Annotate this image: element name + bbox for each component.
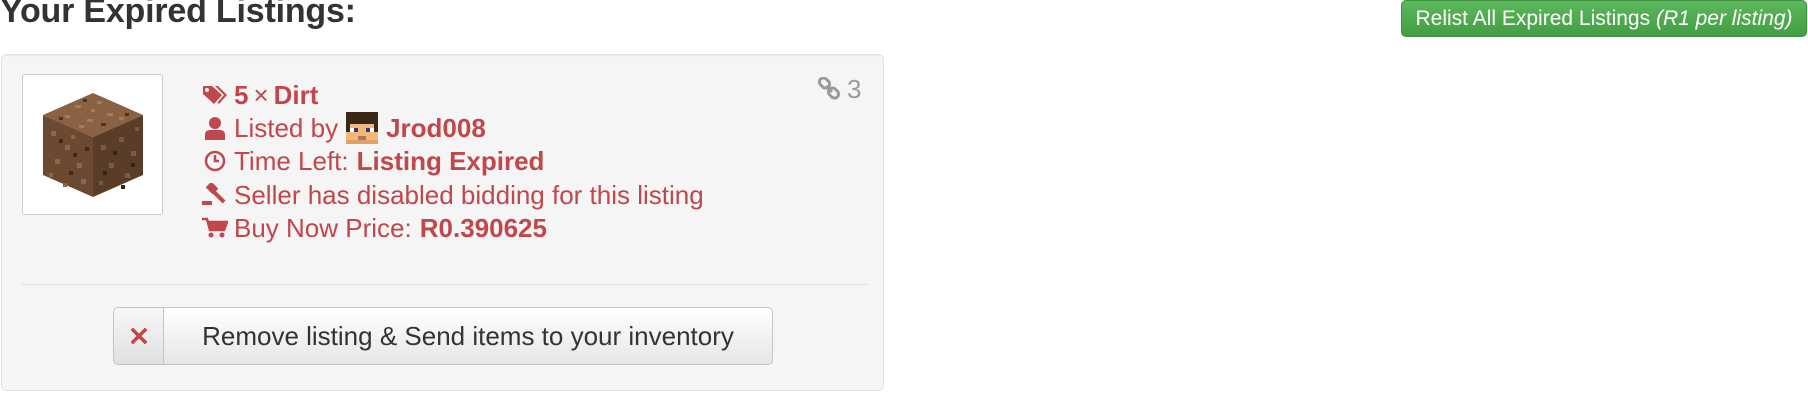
- bidding-line: Seller has disabled bidding for this lis…: [202, 178, 704, 212]
- dirt-block-image: [43, 93, 143, 197]
- listed-by-label: Listed by: [234, 113, 339, 143]
- close-icon: [130, 328, 147, 344]
- clock-icon: [202, 148, 228, 174]
- seller-name[interactable]: Jrod008: [386, 111, 486, 145]
- link-icon: [817, 77, 841, 101]
- item-name[interactable]: Dirt: [274, 78, 319, 112]
- expired-listing-card: 5 × Dirt 3 Listed by Jrod008 Time Left: …: [1, 54, 884, 391]
- cart-icon: [202, 215, 228, 241]
- tags-icon: [202, 82, 228, 108]
- buy-now-value: R0.390625: [419, 213, 547, 243]
- item-thumbnail[interactable]: [22, 74, 163, 215]
- link-count-value: 3: [847, 73, 862, 104]
- time-left-label: Time Left:: [234, 146, 349, 176]
- buy-now-label: Buy Now Price:: [234, 213, 412, 243]
- remove-button-icon-area: [114, 308, 164, 364]
- gavel-icon: [202, 182, 228, 208]
- seller-avatar[interactable]: [346, 112, 379, 144]
- relist-all-button[interactable]: Relist All Expired Listings (R1 per list…: [1401, 0, 1807, 37]
- time-left-value: Listing Expired: [356, 146, 545, 176]
- item-quantity: 5: [234, 80, 249, 110]
- link-count[interactable]: 3: [817, 72, 861, 106]
- listed-by-line: Listed by Jrod008: [202, 111, 486, 145]
- bidding-disabled-text: Seller has disabled bidding for this lis…: [234, 180, 704, 210]
- user-icon: [202, 115, 228, 141]
- times-sign: ×: [253, 80, 269, 110]
- time-left-line: Time Left: Listing Expired: [202, 144, 544, 178]
- buy-now-line: Buy Now Price: R0.390625: [202, 211, 547, 245]
- item-title: 5 × Dirt: [202, 78, 318, 112]
- remove-listing-label: Remove listing & Send items to your inve…: [202, 320, 734, 351]
- page-title: Your Expired Listings:: [0, 0, 356, 30]
- relist-all-label: Relist All Expired Listings: [1415, 7, 1651, 30]
- card-divider: [22, 284, 867, 285]
- remove-listing-button[interactable]: Remove listing & Send items to your inve…: [113, 307, 773, 365]
- relist-all-note: (R1 per listing): [1655, 7, 1793, 30]
